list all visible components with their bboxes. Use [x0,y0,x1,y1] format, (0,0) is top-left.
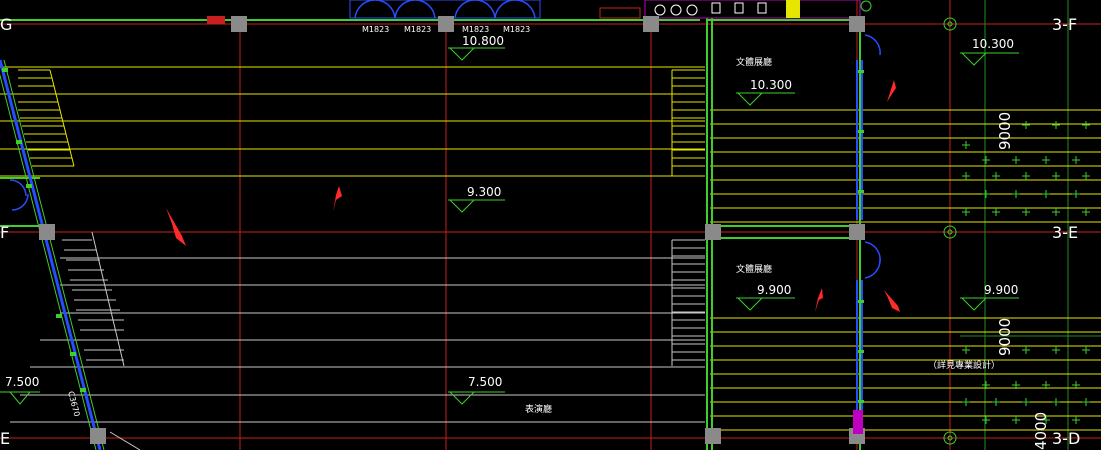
axis-label-f: F [0,223,9,242]
dimension-9000-lower: 9000 [996,318,1014,356]
door-label-1: M1823 [362,25,389,34]
elevation-7500-left: 7.500 [5,375,39,389]
axis-label-g: G [0,15,12,34]
dimension-4000: 4000 [1032,412,1050,450]
room-label-see-design: （詳見專業設計） [928,359,1000,371]
elevation-10300-right: 10.300 [972,37,1014,51]
elevation-9900-right: 9.900 [984,283,1018,297]
elevation-7500-center: 7.500 [468,375,502,389]
elevation-9900-room: 9.900 [757,283,791,297]
room-label-performance-hall: 表演廳 [525,403,552,415]
cad-floor-plan: G F E 3-F 3-E 3-D 10.800 10.300 10.300 9… [0,0,1101,450]
axis-label-3e: 3-E [1052,223,1078,242]
room-label-exhibition-upper: 文體展廳 [736,56,772,68]
door-label-2: M1823 [404,25,431,34]
elevation-10300-room: 10.300 [750,78,792,92]
dimension-9000-upper: 9000 [996,112,1014,150]
elevation-10800: 10.800 [462,34,504,48]
axis-label-3f: 3-F [1052,15,1077,34]
door-label-3: M1823 [462,25,489,34]
axis-label-3d: 3-D [1052,429,1080,448]
magenta-marker [853,410,863,434]
top-yellow-strip [786,0,800,18]
elevation-9300: 9.300 [467,185,501,199]
door-label-4: M1823 [503,25,530,34]
axis-label-e: E [0,429,10,448]
room-label-exhibition-lower: 文體展廳 [736,263,772,275]
top-red-marker [207,16,225,24]
